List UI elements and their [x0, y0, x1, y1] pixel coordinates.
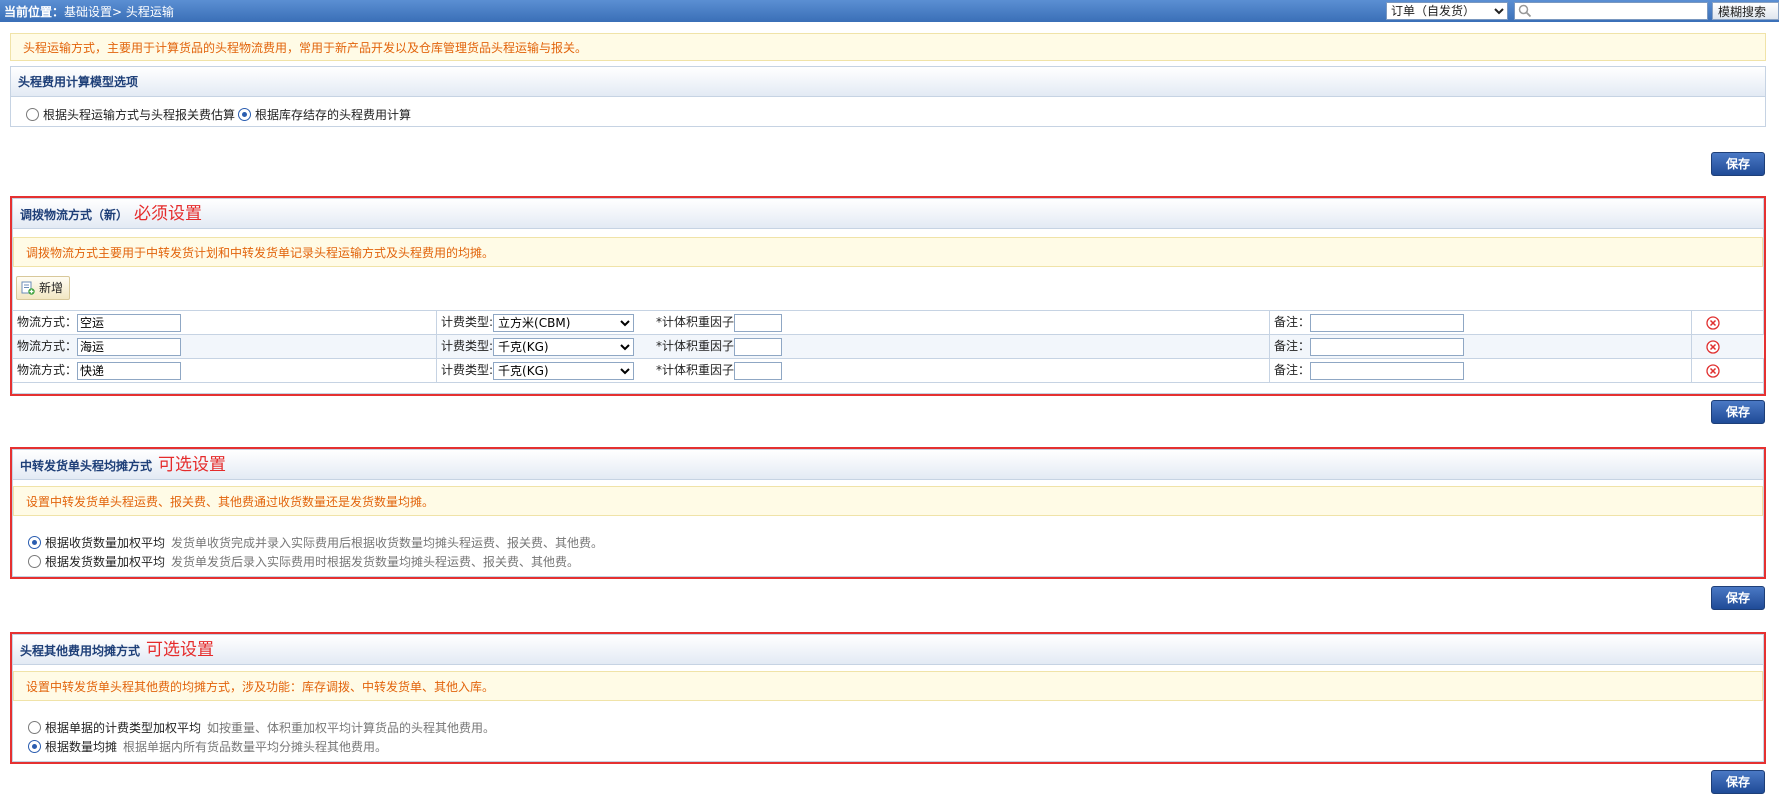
- method-input[interactable]: [77, 313, 182, 332]
- save-button-allocation[interactable]: 保存: [1711, 586, 1765, 610]
- radio-billing-weighted[interactable]: [28, 721, 41, 734]
- remark-cell: 备注：: [1269, 310, 1692, 335]
- transfer-logistics-header: 调拨物流方式（新） 必须设置: [13, 199, 1763, 229]
- required-annotation: 必须设置: [134, 204, 203, 224]
- transfer-logistics-tip: 调拨物流方式主要用于中转发货计划和中转发货单记录头程运输方式及头程费用的均摊。: [13, 237, 1763, 267]
- cost-model-panel: 头程费用计算模型选项 根据头程运输方式与头程报关费估算 根据库存结存的头程费用计…: [10, 66, 1766, 127]
- billing-label: 计费类型:: [441, 315, 494, 330]
- search-scope-select[interactable]: 订单（自发货）: [1386, 2, 1508, 20]
- option-description: 根据单据内所有货品数量平均分摊头程其他费用。: [123, 740, 388, 754]
- delete-icon[interactable]: [1706, 364, 1720, 378]
- optional-annotation: 可选设置: [146, 640, 215, 660]
- billing-type-select[interactable]: 千克(KG): [493, 361, 635, 380]
- remark-cell: 备注：: [1269, 334, 1692, 359]
- method-cell: 物流方式：: [12, 358, 437, 383]
- allocation-title: 中转发货单头程均摊方式: [20, 459, 153, 473]
- breadcrumb-path: 基础设置> 头程运输: [64, 5, 174, 19]
- method-input[interactable]: [77, 361, 182, 380]
- search-box[interactable]: [1514, 2, 1708, 20]
- delete-icon[interactable]: [1706, 340, 1720, 354]
- intro-tip: 头程运输方式，主要用于计算货品的头程物流费用，常用于新产品开发以及仓库管理货品头…: [10, 33, 1766, 61]
- billing-type-select[interactable]: 立方米(CBM): [493, 313, 635, 332]
- factor-input[interactable]: [734, 361, 783, 380]
- delete-cell: [1691, 310, 1765, 335]
- method-input[interactable]: [77, 337, 182, 356]
- billing-cell: 计费类型: 千克(KG) *计体积重因子: [436, 358, 1270, 383]
- billing-cell: 计费类型: 立方米(CBM) *计体积重因子: [436, 310, 1270, 335]
- method-cell: 物流方式：: [12, 334, 437, 359]
- cost-model-option-estimate[interactable]: 根据头程运输方式与头程报关费估算: [26, 106, 235, 123]
- option-label: 根据库存结存的头程费用计算: [255, 108, 412, 122]
- optional-annotation: 可选设置: [158, 455, 227, 475]
- other-fee-header: 头程其他费用均摊方式 可选设置: [13, 635, 1763, 665]
- allocation-header: 中转发货单头程均摊方式 可选设置: [13, 450, 1763, 480]
- option-description: 如按重量、体积重加权平均计算货品的头程其他费用。: [207, 721, 496, 735]
- table-row: 物流方式： 计费类型:千克(KG) *计体积重因子 备注：: [12, 334, 1765, 359]
- allocation-option-received[interactable]: 根据收货数量加权平均 发货单收货完成并录入实际费用后根据收货数量均摊头程运费、报关…: [28, 534, 603, 551]
- add-logistics-button[interactable]: 新增: [16, 276, 71, 300]
- option-description: 发货单发货后录入实际费用时根据发货数量均摊头程运费、报关费、其他费。: [171, 555, 580, 569]
- radio-quantity[interactable]: [28, 740, 41, 753]
- top-bar: 当前位置：基础设置> 头程运输 订单（自发货） 模糊搜索: [0, 0, 1779, 22]
- option-label: 根据数量均摊: [45, 740, 118, 754]
- other-fee-title: 头程其他费用均摊方式: [20, 644, 141, 658]
- cost-model-option-inventory[interactable]: 根据库存结存的头程费用计算: [238, 106, 411, 123]
- option-description: 发货单收货完成并录入实际费用后根据收货数量均摊头程运费、报关费、其他费。: [171, 536, 604, 550]
- delete-icon[interactable]: [1706, 316, 1720, 330]
- remark-input[interactable]: [1310, 337, 1465, 356]
- remark-input[interactable]: [1310, 313, 1465, 332]
- cost-model-title: 头程费用计算模型选项: [11, 67, 1765, 97]
- remark-label: 备注：: [1274, 339, 1311, 354]
- search-icon: [1518, 4, 1532, 18]
- logistics-table: 物流方式： 计费类型:立方米(CBM)*计体积重因子 备注： 物流方式： 计费类…: [12, 310, 1765, 383]
- table-row: 物流方式： 计费类型:千克(KG) *计体积重因子 备注：: [12, 358, 1765, 383]
- other-fee-tip: 设置中转发货单头程其他费的均摊方式，涉及功能：库存调拨、中转发货单、其他入库。: [13, 671, 1763, 701]
- location-label: 当前位置：: [4, 5, 65, 19]
- save-button-logistics[interactable]: 保存: [1711, 400, 1765, 424]
- billing-cell: 计费类型: 千克(KG) *计体积重因子: [436, 334, 1270, 359]
- save-button-cost-model[interactable]: 保存: [1711, 152, 1765, 176]
- transfer-logistics-title: 调拨物流方式（新）: [20, 208, 129, 222]
- method-label: 物流方式：: [17, 315, 78, 330]
- option-label: 根据收货数量加权平均: [45, 536, 166, 550]
- factor-label: *计体积重因子: [656, 339, 735, 354]
- radio-estimate[interactable]: [26, 108, 39, 121]
- remark-label: 备注：: [1274, 363, 1311, 378]
- remark-input[interactable]: [1310, 361, 1465, 380]
- other-fee-option-billing[interactable]: 根据单据的计费类型加权平均 如按重量、体积重加权平均计算货品的头程其他费用。: [28, 719, 495, 736]
- add-button-label: 新增: [39, 281, 64, 295]
- table-row: 物流方式： 计费类型:立方米(CBM) *计体积重因子 备注：: [12, 310, 1765, 335]
- radio-inventory[interactable]: [238, 108, 251, 121]
- factor-label: *计体积重因子: [656, 363, 735, 378]
- add-icon: [21, 281, 35, 295]
- billing-label: 计费类型:: [441, 339, 494, 354]
- factor-label: *计体积重因子: [656, 315, 735, 330]
- option-label: 根据头程运输方式与头程报关费估算: [43, 108, 236, 122]
- method-label: 物流方式：: [17, 339, 78, 354]
- remark-label: 备注：: [1274, 315, 1311, 330]
- billing-type-select[interactable]: 千克(KG): [493, 337, 635, 356]
- factor-input[interactable]: [734, 313, 783, 332]
- allocation-option-shipped[interactable]: 根据发货数量加权平均 发货单发货后录入实际费用时根据发货数量均摊头程运费、报关费、…: [28, 553, 579, 570]
- other-fee-option-quantity[interactable]: 根据数量均摊 根据单据内所有货品数量平均分摊头程其他费用。: [28, 738, 387, 755]
- allocation-tip: 设置中转发货单头程运费、报关费、其他费通过收货数量还是发货数量均摊。: [13, 486, 1763, 516]
- remark-cell: 备注：: [1269, 358, 1692, 383]
- option-label: 根据单据的计费类型加权平均: [45, 721, 202, 735]
- billing-label: 计费类型:: [441, 363, 494, 378]
- fuzzy-search-button[interactable]: 模糊搜索: [1712, 2, 1779, 20]
- radio-received[interactable]: [28, 536, 41, 549]
- factor-input[interactable]: [734, 337, 783, 356]
- delete-cell: [1691, 334, 1765, 359]
- method-cell: 物流方式：: [12, 310, 437, 335]
- breadcrumb: 当前位置：基础设置> 头程运输: [4, 3, 174, 20]
- option-label: 根据发货数量加权平均: [45, 555, 166, 569]
- delete-cell: [1691, 358, 1765, 383]
- save-button-other-fee[interactable]: 保存: [1711, 770, 1765, 794]
- method-label: 物流方式：: [17, 363, 78, 378]
- search-input[interactable]: [1533, 3, 1705, 19]
- radio-shipped[interactable]: [28, 555, 41, 568]
